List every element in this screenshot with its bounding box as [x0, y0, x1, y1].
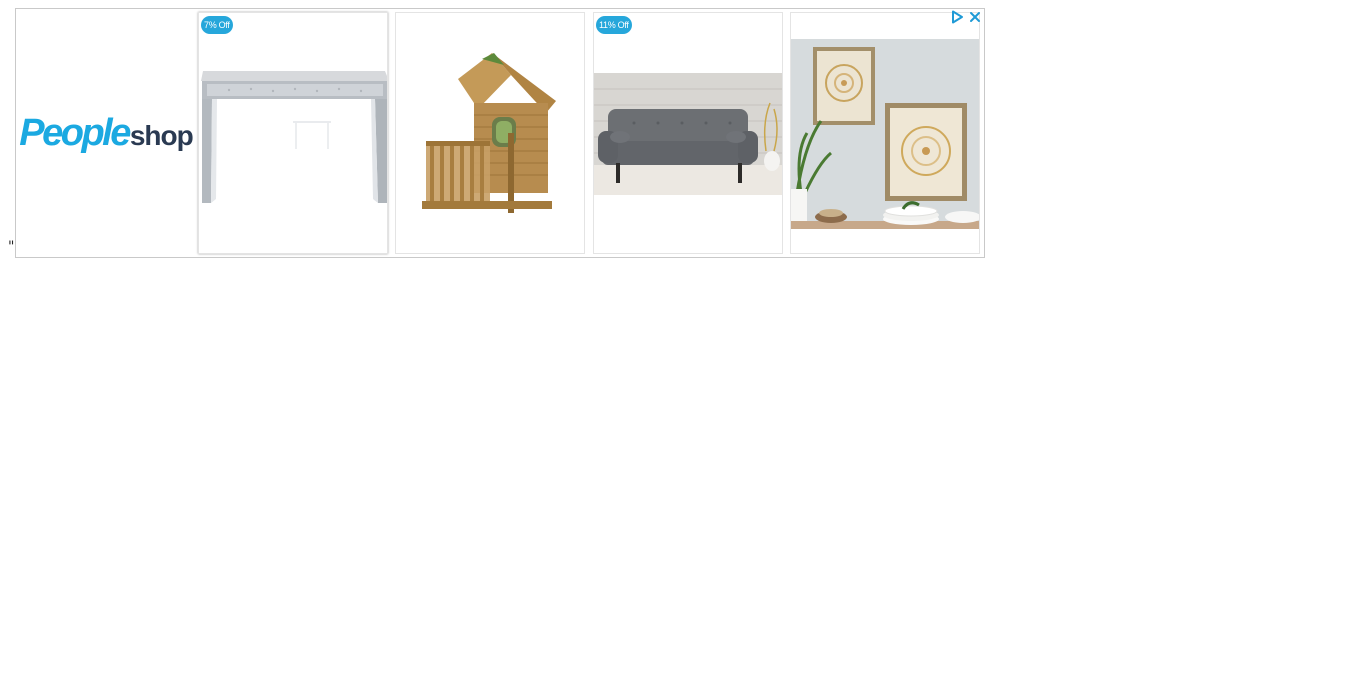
product-tile-sofa[interactable]: 11% Off	[593, 12, 783, 254]
discount-badge: 11% Off	[596, 16, 632, 34]
close-icon[interactable]	[968, 10, 982, 24]
console-table-image	[199, 13, 387, 253]
playhouse-image	[396, 13, 584, 253]
product-tile-playhouse[interactable]	[395, 12, 585, 254]
product-tile-console-table[interactable]: 7% Off	[198, 12, 388, 254]
stray-quote-text: "	[8, 239, 15, 255]
logo-people-text: People	[19, 111, 131, 154]
sofa-image	[594, 13, 782, 253]
peopleshop-logo[interactable]: People shop	[16, 9, 196, 257]
wall-art-image	[791, 13, 979, 253]
play-triangle-icon[interactable]	[950, 10, 964, 24]
discount-badge: 7% Off	[201, 16, 233, 34]
ad-banner[interactable]: People shop 7% Off 11% Off	[15, 8, 985, 258]
logo-shop-text: shop	[129, 120, 194, 151]
ad-controls	[950, 10, 982, 24]
product-tile-wall-art[interactable]	[790, 12, 980, 254]
